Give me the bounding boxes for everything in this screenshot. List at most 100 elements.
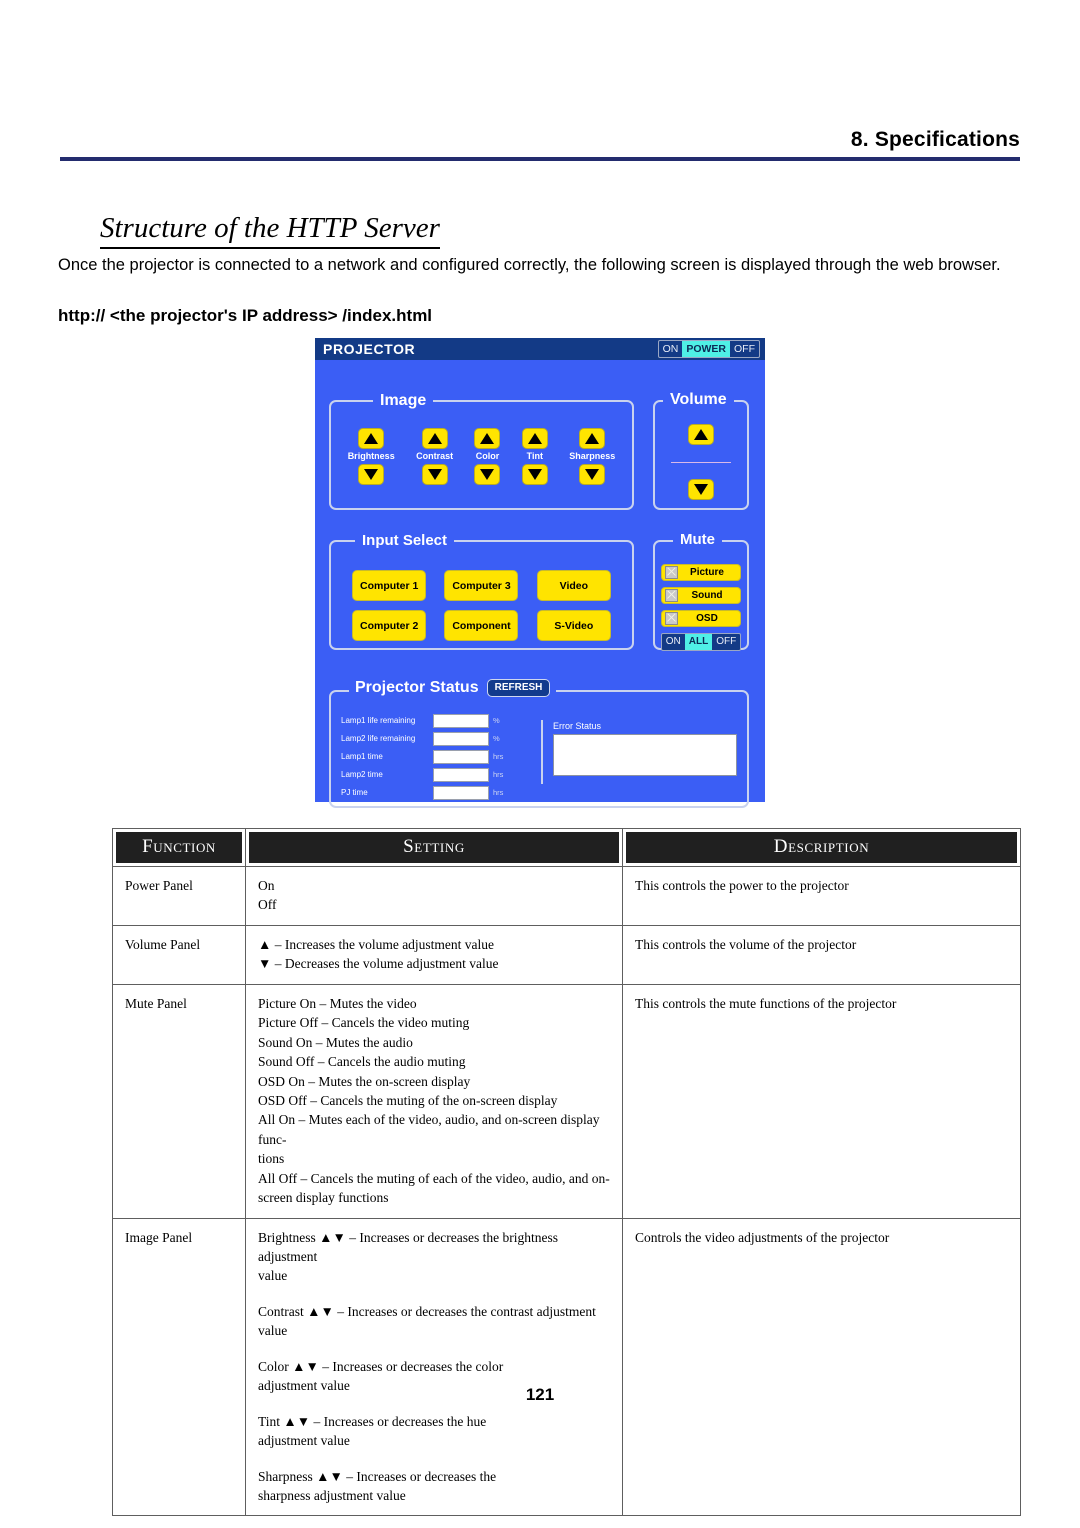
input-button-computer-2[interactable]: Computer 2: [352, 610, 427, 641]
image-adjust-sharpness: Sharpness: [569, 428, 615, 485]
brightness-label: Brightness: [347, 451, 395, 461]
triangle-up-icon: [480, 433, 495, 444]
mute-all-off-button[interactable]: OFF: [712, 634, 740, 650]
sharpness-down-button[interactable]: [579, 464, 606, 485]
url-example: http:// <the projector's IP address> /in…: [58, 306, 433, 325]
lamp1-time-field[interactable]: [433, 749, 489, 764]
mute-controls: Picture Sound OSD ON ALL OFF: [660, 564, 742, 651]
mute-all-toggle[interactable]: ON ALL OFF: [660, 633, 742, 651]
triangle-up-icon: [527, 433, 542, 444]
function-image-panel: Image Panel: [125, 1229, 193, 1245]
lamp1-time-label: Lamp1 time: [341, 751, 383, 761]
power-off-button[interactable]: OFF: [730, 341, 759, 357]
checkbox-x-icon: [665, 589, 678, 602]
input-button-video[interactable]: Video: [536, 570, 611, 601]
image-adjust-contrast: Contrast: [416, 428, 453, 485]
input-button-computer-3[interactable]: Computer 3: [444, 570, 519, 601]
volume-down-button[interactable]: [688, 479, 714, 500]
tint-down-button[interactable]: [521, 464, 548, 485]
input-button-s-video[interactable]: S-Video: [536, 610, 611, 641]
setting-line: Sound On – Mutes the audio: [258, 1034, 413, 1050]
power-on-button[interactable]: ON: [659, 341, 683, 357]
setting-line: On: [258, 878, 275, 893]
lamp1-time-unit: hrs: [493, 751, 504, 761]
cell-function-mute: Mute Panel: [112, 983, 246, 1219]
status-row-lamp2-life: Lamp2 life remaining %: [341, 730, 537, 747]
contrast-down-button[interactable]: [421, 464, 448, 485]
mute-picture-label: Picture: [690, 566, 724, 578]
mute-button-osd[interactable]: OSD: [661, 610, 741, 627]
projector-body: Image Brightness Contrast Color Tint Sha…: [315, 360, 765, 808]
checkbox-x-icon: [665, 612, 678, 625]
triangle-up-icon: [585, 433, 600, 444]
table-row: Power Panel On Off This controls the pow…: [112, 866, 1021, 926]
refresh-button[interactable]: REFRESH: [486, 679, 551, 697]
lamp2-time-field[interactable]: [433, 767, 489, 782]
setting-line: ▲ – Increases the volume adjustment valu…: [258, 936, 495, 952]
pj-time-field[interactable]: [433, 785, 489, 800]
setting-line: adjustment value: [258, 1433, 350, 1449]
triangle-up-icon: [427, 433, 442, 444]
error-status-textarea[interactable]: [553, 734, 737, 776]
volume-group: Volume: [653, 392, 749, 510]
column-header-function: Function: [116, 832, 242, 863]
function-volume-panel: Volume Panel: [125, 936, 201, 952]
cell-description-image: Controls the video adjustments of the pr…: [622, 1217, 1021, 1517]
table-row: Image Panel Brightness ▲▼ – Increases or…: [112, 1217, 1021, 1517]
color-up-button[interactable]: [474, 428, 501, 449]
tint-label: Tint: [526, 451, 544, 461]
running-header: 8. Specifications: [60, 128, 1020, 152]
header-rule: [60, 157, 1020, 161]
setting-mute-panel: Picture On – Mutes the video Picture Off…: [246, 985, 622, 1218]
projector-status-label: Projector Status: [355, 679, 479, 696]
lamp-status-fields: Lamp1 life remaining % Lamp2 life remain…: [341, 712, 537, 800]
input-select-group: Input Select Computer 1 Computer 3 Video…: [329, 533, 634, 650]
power-toggle[interactable]: ON POWER OFF: [657, 340, 760, 358]
projector-web-panel: PROJECTOR ON POWER OFF Image Brightness …: [315, 338, 765, 808]
setting-line: Picture On – Mutes the video: [258, 995, 417, 1011]
setting-line: OSD On – Mutes the on-screen display: [258, 1073, 471, 1089]
image-group: Image Brightness Contrast Color Tint Sha…: [329, 393, 634, 510]
function-power-panel: Power Panel: [125, 878, 193, 893]
status-row-lamp1-time: Lamp1 time hrs: [341, 748, 537, 765]
color-down-button[interactable]: [474, 464, 501, 485]
cell-function-volume: Volume Panel: [112, 924, 246, 985]
setting-line: Contrast ▲▼ – Increases or decreases the…: [258, 1303, 596, 1339]
volume-up-button[interactable]: [688, 424, 714, 445]
mute-button-sound[interactable]: Sound: [661, 587, 741, 604]
triangle-down-icon: [427, 469, 442, 480]
setting-line: Sharpness ▲▼ – Increases or decreases th…: [258, 1468, 497, 1484]
brightness-up-button[interactable]: [358, 428, 385, 449]
table-header-row: Function Setting Description: [112, 828, 1021, 867]
cell-setting-image: Brightness ▲▼ – Increases or decreases t…: [245, 1217, 623, 1517]
triangle-down-icon: [364, 469, 379, 480]
tint-up-button[interactable]: [521, 428, 548, 449]
mute-all-on-button[interactable]: ON: [662, 634, 685, 650]
projector-status-body: Lamp1 life remaining % Lamp2 life remain…: [341, 712, 737, 800]
projector-status-header: Projector Status REFRESH: [349, 679, 557, 697]
table-row: Volume Panel ▲ – Increases the volume ad…: [112, 924, 1021, 985]
input-select-group-label: Input Select: [355, 533, 455, 548]
mute-button-picture[interactable]: Picture: [661, 564, 741, 581]
input-button-component[interactable]: Component: [444, 610, 519, 641]
setting-line: All On – Mutes each of the video, audio,…: [258, 1112, 600, 1147]
lamp2-life-field[interactable]: [433, 731, 489, 746]
brightness-down-button[interactable]: [358, 464, 385, 485]
volume-group-label: Volume: [663, 392, 734, 408]
contrast-up-button[interactable]: [421, 428, 448, 449]
header-cell-description: Description: [622, 828, 1021, 867]
setting-line: Tint ▲▼ – Increases or decreases the hue: [258, 1413, 487, 1429]
input-button-computer-1[interactable]: Computer 1: [352, 570, 427, 601]
setting-line: Brightness ▲▼ – Increases or decreases t…: [258, 1229, 559, 1264]
status-divider: [541, 720, 543, 784]
sharpness-label: Sharpness: [569, 451, 616, 461]
sharpness-up-button[interactable]: [579, 428, 606, 449]
volume-divider: [671, 461, 731, 463]
mute-group: Mute Picture Sound OSD ON ALL OFF: [653, 532, 749, 651]
image-adjust-color: Color: [474, 428, 501, 485]
lamp1-life-field[interactable]: [433, 713, 489, 728]
cell-description-mute: This controls the mute functions of the …: [622, 983, 1021, 1219]
checkbox-x-icon: [665, 566, 678, 579]
